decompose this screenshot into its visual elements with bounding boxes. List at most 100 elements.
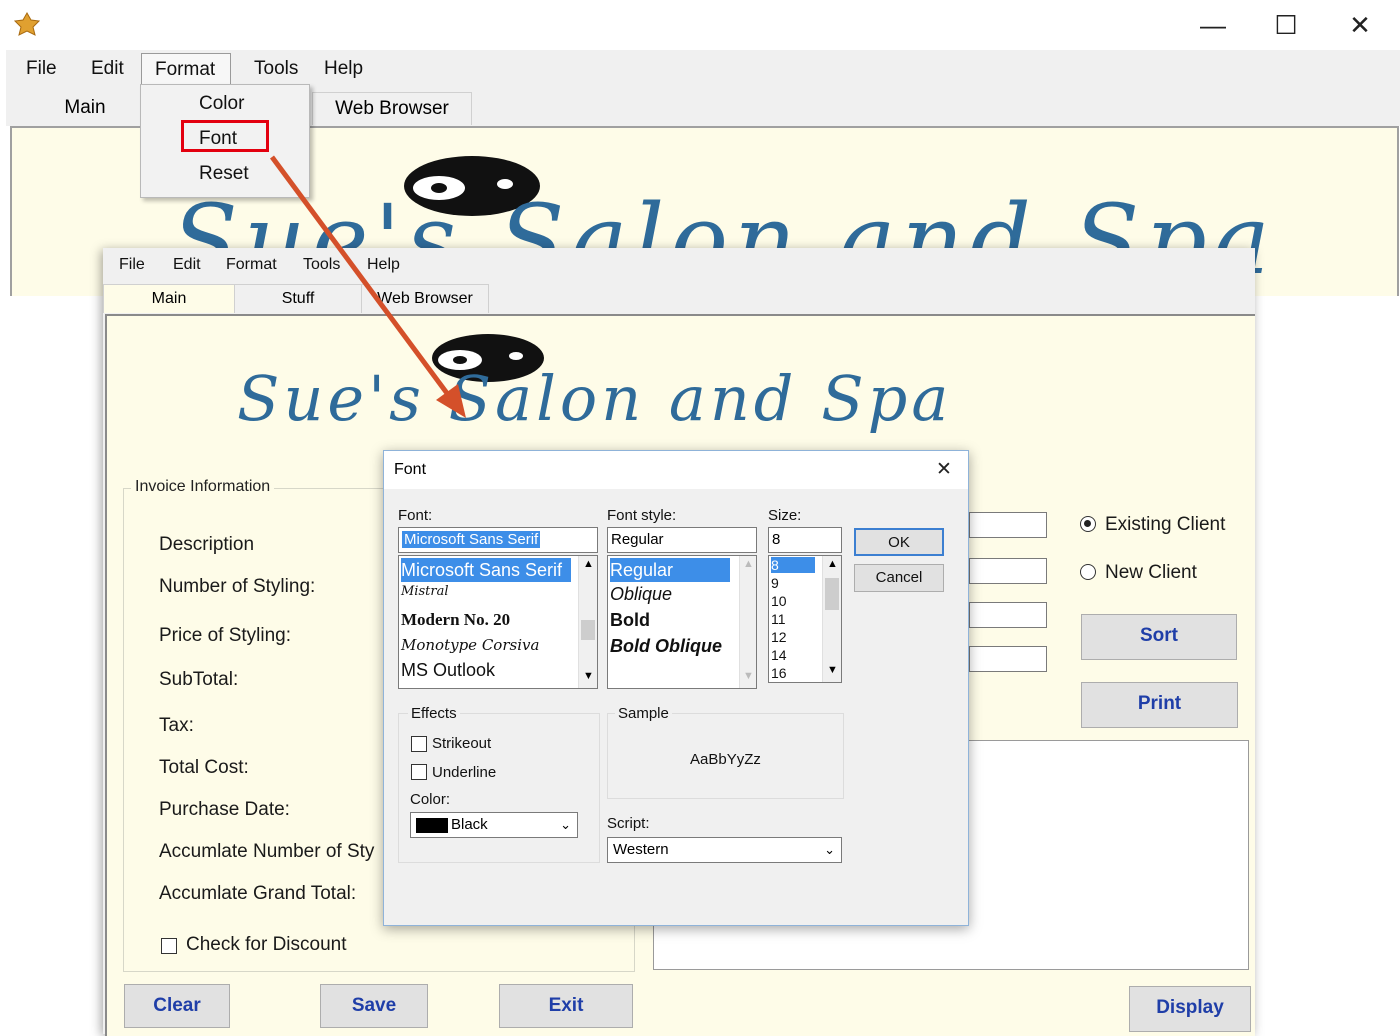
chevron-down-icon[interactable]: ⌄ [824, 838, 835, 862]
label-accum-grand-total: Accumlate Grand Total: [159, 883, 357, 904]
ok-button[interactable]: OK [854, 528, 944, 556]
style-list-item[interactable]: Regular [610, 558, 730, 582]
scroll-down-icon[interactable]: ▼ [827, 664, 838, 676]
font-list-scrollbar[interactable]: ▲ ▼ [578, 556, 597, 688]
minimize-button[interactable]: — [1193, 8, 1233, 42]
color-value: Black [451, 816, 488, 833]
clear-button[interactable]: Clear [124, 984, 230, 1028]
script-label: Script: [607, 815, 650, 832]
font-dialog: Font ✕ Font: Microsoft Sans Serif Micros… [383, 450, 969, 926]
sort-button[interactable]: Sort [1081, 614, 1237, 660]
size-list-item[interactable]: 8 [771, 557, 815, 573]
menu-help[interactable]: Help [324, 58, 363, 80]
font-list-item[interactable]: Monotype Corsiva [401, 636, 539, 654]
exit-button[interactable]: Exit [499, 984, 633, 1028]
sample-text: AaBbYyZz [690, 751, 761, 768]
new-client-radio[interactable] [1080, 564, 1096, 580]
title-bar: — ☐ ✕ [0, 0, 1400, 48]
size-label: Size: [768, 507, 802, 524]
strikeout-label: Strikeout [432, 735, 492, 752]
new-client-label: New Client [1105, 562, 1197, 583]
label-subtotal: SubTotal: [159, 669, 239, 690]
maximize-button[interactable]: ☐ [1266, 8, 1306, 42]
tab-main[interactable]: Main [40, 92, 130, 124]
textbox-2[interactable] [969, 558, 1047, 584]
dialog-title: Font [394, 461, 427, 478]
font-style-label: Font style: [607, 507, 677, 524]
app-icon [14, 12, 40, 36]
effects-group [398, 713, 600, 863]
close-button[interactable]: ✕ [1340, 8, 1380, 42]
menu-edit[interactable]: Edit [173, 256, 201, 274]
menu-file[interactable]: File [26, 58, 57, 80]
save-button[interactable]: Save [320, 984, 428, 1028]
label-price-of-styling: Price of Styling: [159, 625, 291, 646]
dialog-close-icon[interactable]: ✕ [936, 458, 952, 481]
size-input[interactable]: 8 [768, 527, 842, 553]
tab-main[interactable]: Main [103, 284, 235, 313]
font-list-item[interactable]: Modern No. 20 [401, 610, 510, 630]
size-listbox[interactable]: 8 9 10 11 12 14 16 ▲ ▼ [768, 555, 842, 683]
size-list-item[interactable]: 16 [771, 665, 787, 681]
tab-stuff[interactable]: Stuff [234, 284, 362, 313]
color-swatch [416, 818, 448, 833]
textbox-1[interactable] [969, 512, 1047, 538]
script-combo[interactable]: Western ⌄ [607, 837, 842, 863]
existing-client-radio[interactable] [1080, 516, 1096, 532]
tab-web-browser[interactable]: Web Browser [361, 284, 489, 313]
menu-tools[interactable]: Tools [254, 58, 298, 80]
label-description: Description [159, 534, 255, 555]
font-style-input[interactable]: Regular [607, 527, 757, 553]
underline-checkbox[interactable] [411, 764, 427, 780]
style-list-item[interactable]: Oblique [610, 584, 672, 605]
label-total-cost: Total Cost: [159, 757, 249, 778]
font-input[interactable]: Microsoft Sans Serif [398, 527, 598, 553]
menu-format[interactable]: Format [226, 256, 277, 274]
textbox-3[interactable] [969, 602, 1047, 628]
label-tax: Tax: [159, 715, 194, 736]
menu-item-color[interactable]: Color [199, 93, 244, 115]
scroll-up-icon[interactable]: ▲ [827, 558, 838, 570]
label-number-of-styling: Number of Styling: [159, 576, 316, 597]
scroll-up-icon[interactable]: ▲ [583, 558, 594, 570]
menu-file[interactable]: File [119, 256, 145, 274]
menu-tools[interactable]: Tools [303, 256, 340, 274]
font-list-item[interactable]: Mistral [401, 584, 449, 599]
menu-format-open[interactable]: Format [141, 53, 231, 87]
discount-checkbox[interactable] [161, 938, 177, 954]
effects-label: Effects [408, 705, 460, 722]
cancel-button[interactable]: Cancel [854, 564, 944, 592]
textbox-4[interactable] [969, 646, 1047, 672]
print-button[interactable]: Print [1081, 682, 1238, 728]
menu-item-reset[interactable]: Reset [199, 163, 249, 185]
color-label: Color: [410, 791, 451, 808]
font-list-item[interactable]: Microsoft Sans Serif [401, 558, 571, 582]
discount-label: Check for Discount [186, 934, 347, 955]
style-list-item[interactable]: Bold Oblique [610, 636, 722, 657]
color-combo[interactable]: Black ⌄ [410, 812, 578, 838]
label-accum-number: Accumlate Number of Sty [159, 841, 375, 862]
chevron-down-icon[interactable]: ⌄ [560, 813, 571, 837]
size-list-item[interactable]: 12 [771, 629, 787, 645]
size-list-item[interactable]: 11 [771, 611, 786, 627]
scroll-down-icon[interactable]: ▼ [743, 670, 754, 682]
size-list-item[interactable]: 9 [771, 575, 779, 591]
menu-edit[interactable]: Edit [91, 58, 124, 80]
font-style-listbox[interactable]: Regular Oblique Bold Bold Oblique ▲ ▼ [607, 555, 757, 689]
font-listbox[interactable]: Microsoft Sans Serif Mistral Modern No. … [398, 555, 598, 689]
style-list-item[interactable]: Bold [610, 610, 650, 631]
size-list-scrollbar[interactable]: ▲ ▼ [822, 556, 841, 682]
scroll-thumb[interactable] [581, 620, 595, 640]
scroll-thumb[interactable] [825, 578, 839, 610]
style-list-scrollbar[interactable]: ▲ ▼ [739, 556, 756, 688]
strikeout-checkbox[interactable] [411, 736, 427, 752]
scroll-down-icon[interactable]: ▼ [583, 670, 594, 682]
size-list-item[interactable]: 10 [771, 593, 787, 609]
font-list-item[interactable]: MS Outlook [401, 660, 495, 681]
size-list-item[interactable]: 14 [771, 647, 787, 663]
menu-help[interactable]: Help [367, 256, 400, 274]
scroll-up-icon[interactable]: ▲ [743, 558, 754, 570]
dialog-title-bar: Font ✕ [384, 451, 968, 489]
tab-web-browser[interactable]: Web Browser [312, 92, 472, 125]
display-button[interactable]: Display [1129, 986, 1251, 1032]
